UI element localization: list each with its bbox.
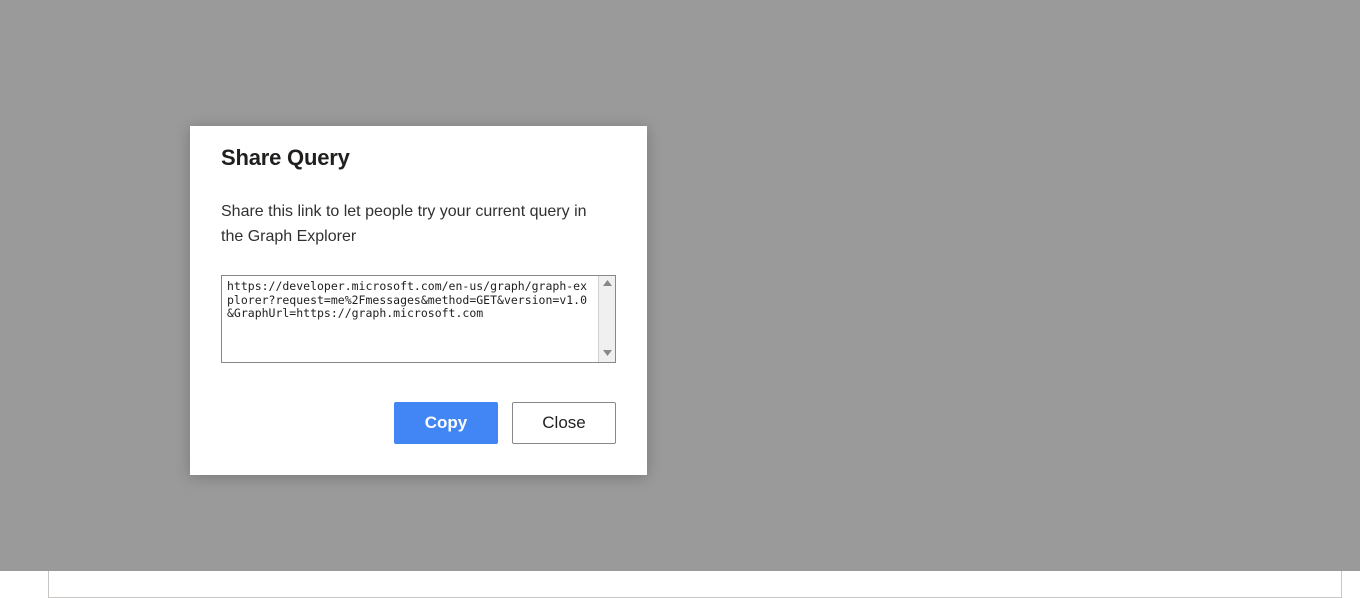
request-url-field[interactable]: https://graph.microsoft.com/v1.0/me/mess… [498, 11, 1023, 55]
http-method-value: GET [61, 24, 94, 42]
tab-label: Adaptive cards [832, 496, 938, 514]
key-icon [417, 82, 434, 99]
expand-button[interactable]: Expand [1238, 494, 1319, 517]
undo-icon [81, 494, 99, 517]
response-panel: Response preview Response headers [48, 478, 1342, 598]
left-sidebar-rail [0, 0, 36, 571]
tab-toolkit-component[interactable]: Toolkit component [607, 479, 791, 531]
tab-label: Code snippets [491, 496, 593, 514]
tab-request-headers[interactable]: Request headers [227, 68, 403, 112]
status-text: OK - 200 - 48 [98, 435, 188, 452]
triangle-up-icon[interactable] [602, 279, 613, 289]
tab-response-preview[interactable]: Response preview [67, 479, 263, 531]
tab-label: Request headers [267, 81, 389, 99]
dialog-title: Share Query [221, 126, 616, 171]
expand-label: Expand [1265, 496, 1319, 514]
tab-adaptive-cards[interactable]: Adaptive cards [791, 479, 976, 531]
share-link-textarea[interactable]: https://developer.microsoft.com/en-us/gr… [221, 275, 616, 363]
textarea-scrollbar[interactable] [598, 276, 615, 362]
share-icon [1298, 19, 1322, 48]
response-note-text: this response contains a @odata.nextLink [99, 535, 378, 552]
tab-label: Modify permissions (Preview) [443, 81, 652, 99]
query-bar: GET v1.0 https://graph.microsoft.com/v1.… [48, 11, 1342, 55]
close-icon[interactable] [1308, 433, 1328, 453]
share-query-button[interactable] [1277, 11, 1343, 55]
lock-icon [680, 82, 697, 99]
chevron-down-icon [431, 22, 449, 45]
api-version-select[interactable]: v1.0 [270, 11, 462, 55]
triangle-down-icon[interactable] [602, 349, 613, 359]
close-label: Close [542, 413, 585, 433]
adaptive-cards-badge [953, 501, 962, 510]
sidebar-collapsed-item[interactable] [0, 95, 18, 137]
document-icon [241, 82, 258, 99]
dialog-actions: Copy Close [190, 402, 647, 444]
tab-response-headers[interactable]: Response headers [263, 479, 451, 531]
run-query-label: Run query [1113, 24, 1187, 42]
sidebar-divider [0, 145, 16, 146]
close-button[interactable]: Close [512, 402, 616, 444]
tab-modify-permissions[interactable]: Modify permissions (Preview) [403, 68, 666, 112]
tab-label: Response preview [108, 496, 249, 514]
tab-label: Response headers [303, 496, 437, 514]
request-url-value: https://graph.microsoft.com/v1.0/me/mess… [511, 24, 984, 42]
request-tab-row: Request body Request headers [49, 68, 1341, 112]
tab-code-snippets[interactable]: Code snippets [451, 479, 607, 531]
copy-button[interactable]: Copy [394, 402, 498, 444]
share-link-value[interactable]: https://developer.microsoft.com/en-us/gr… [222, 276, 598, 362]
tab-label: Request body [107, 81, 213, 99]
info-circle-icon[interactable] [984, 18, 1014, 48]
tab-request-body[interactable]: Request body [67, 68, 227, 112]
dialog-description: Share this link to let people try your c… [221, 199, 593, 249]
response-note: this response contains a @odata.nextLink [49, 531, 1341, 555]
code-clipboard-icon [465, 494, 482, 516]
tab-label: Access token [706, 81, 801, 99]
card-icon [805, 494, 823, 516]
api-version-value: v1.0 [283, 24, 313, 42]
response-tab-row: Response preview Response headers [49, 479, 1341, 531]
document-icon [277, 494, 294, 516]
send-icon [81, 82, 98, 99]
check-circle-icon [64, 432, 86, 454]
share-query-dialog: Share Query Share this link to let peopl… [190, 126, 647, 475]
tab-label: Toolkit component [648, 496, 777, 514]
tab-access-token[interactable]: Access token [666, 68, 815, 112]
run-query-button[interactable]: Run query [1054, 11, 1246, 55]
sidebar-divider [0, 300, 16, 301]
http-method-select[interactable]: GET [48, 11, 240, 55]
expand-icon [1238, 494, 1256, 517]
copy-label: Copy [425, 413, 468, 433]
sidebar-divider [0, 360, 16, 361]
toolkit-icon [621, 494, 639, 516]
info-circle-icon [71, 532, 89, 554]
chevron-down-icon [209, 22, 227, 45]
